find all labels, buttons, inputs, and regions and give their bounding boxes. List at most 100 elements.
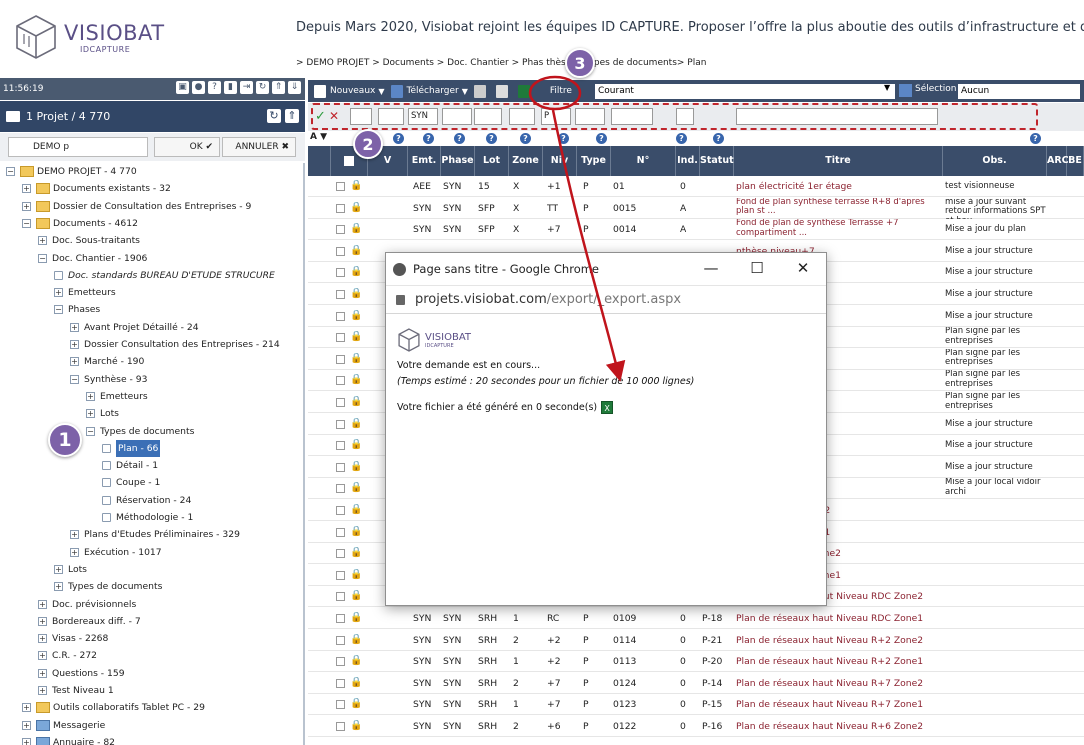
collapse-icon[interactable]: − — [54, 305, 63, 315]
column-help-icon[interactable]: ? — [393, 133, 404, 144]
row-checkbox[interactable] — [336, 419, 345, 429]
tree-item[interactable]: − Types de documents — [86, 423, 194, 440]
apply-filter-icon[interactable]: ✓ — [315, 109, 326, 124]
tree-item[interactable]: + Bordereaux diff. - 7 — [38, 613, 141, 630]
filter-input[interactable] — [474, 108, 502, 125]
column-help-icon[interactable]: ? — [713, 133, 724, 144]
filter-input[interactable] — [442, 108, 472, 125]
expand-icon[interactable]: + — [70, 530, 79, 540]
lock-icon[interactable]: 🔒 — [350, 266, 360, 278]
lock-icon[interactable]: 🔒 — [350, 180, 360, 192]
tree-item[interactable]: + Emetteurs — [54, 284, 116, 301]
tree-item[interactable]: + Visas - 2268 — [38, 630, 108, 647]
cancel-button[interactable]: ANNULER ✖ — [222, 137, 296, 157]
expand-icon[interactable]: + — [22, 703, 31, 713]
filter-input[interactable] — [378, 108, 404, 125]
col-be[interactable]: BE — [1067, 146, 1084, 176]
lock-icon[interactable]: 🔒 — [350, 202, 360, 214]
col-zone[interactable]: Zone — [509, 146, 543, 176]
expand-icon[interactable]: + — [22, 737, 31, 745]
lock-icon[interactable]: 🔒 — [350, 698, 360, 710]
lock-icon[interactable]: 🔒 — [350, 720, 360, 732]
close-icon[interactable]: ✕ — [780, 253, 826, 286]
refresh-icon[interactable]: ↻ — [256, 81, 269, 94]
checkbox-icon[interactable] — [344, 156, 354, 166]
clear-filter-icon[interactable]: ✕ — [329, 109, 339, 123]
column-help-icon[interactable]: ? — [676, 133, 687, 144]
expand-icon[interactable]: + — [54, 564, 63, 574]
save-icon[interactable] — [899, 84, 912, 97]
lock-icon[interactable]: 🔒 — [350, 547, 360, 559]
tree-item[interactable]: Réservation - 24 — [102, 492, 191, 509]
image-icon[interactable]: ▣ — [176, 81, 189, 94]
cell-titre[interactable]: Plan de réseaux haut Niveau R+6 Zone2 — [736, 716, 941, 737]
collapse-icon[interactable]: ⇑ — [285, 109, 299, 123]
table-row[interactable]: 🔒 SYN SYN SRH 1 +7 P 0123 0 P-15 Plan de réseaux h… — [308, 694, 1084, 716]
row-checkbox[interactable] — [336, 484, 345, 494]
table-row[interactable]: 🔒 SYN SYN SFP X +7 P 0014 A Fond de plan de synth… — [308, 219, 1084, 241]
excel-export-button[interactable] — [517, 84, 534, 98]
expand-icon[interactable]: + — [70, 357, 79, 367]
table-row[interactable]: 🔒 SYN SYN SRH 2 +7 P 0124 0 P-14 Plan de réseaux h… — [308, 673, 1084, 694]
tree-item[interactable]: − Phases — [54, 301, 100, 318]
refresh-icon[interactable]: ↻ — [267, 109, 281, 123]
collapse-icon[interactable]: − — [38, 253, 47, 263]
expand-icon[interactable]: + — [22, 720, 31, 730]
ok-button[interactable]: OK ✔ — [154, 137, 220, 157]
table-row[interactable]: 🔒 SYN SYN SRH 2 +6 P 0122 0 P-16 Plan de réseaux h… — [308, 716, 1084, 737]
table-row[interactable]: 🔒 AEE SYN 15 X +1 P 01 0 plan électricité 1er éta… — [308, 176, 1084, 197]
tree-item[interactable]: + Messagerie — [22, 717, 105, 734]
col-titre[interactable]: Titre — [734, 146, 943, 176]
tree-item[interactable]: − Synthèse - 93 — [70, 371, 147, 388]
collapse-icon[interactable]: − — [6, 167, 15, 176]
tree-item[interactable]: − DEMO PROJET - 4 770 — [6, 163, 137, 180]
col-type[interactable]: Type — [577, 146, 611, 176]
expand-icon[interactable]: + — [70, 340, 79, 349]
collapse-icon[interactable]: − — [86, 426, 95, 436]
filter-input[interactable] — [575, 108, 605, 125]
lock-icon[interactable]: 🔒 — [350, 396, 360, 408]
cell-titre[interactable]: Fond de plan de synthèse Terrasse +7 com… — [736, 219, 941, 240]
column-help-icon[interactable]: ? — [423, 133, 434, 144]
maximize-icon[interactable]: ☐ — [734, 253, 780, 286]
tree-item[interactable]: + Questions - 159 — [38, 665, 125, 682]
column-help-icon[interactable]: ? — [520, 133, 531, 144]
project-bar[interactable]: 1 Projet / 4 770 ↻ ⇑ — [0, 101, 305, 132]
tree-item[interactable]: + Lots — [86, 405, 119, 422]
expand-icon[interactable]: + — [86, 409, 95, 419]
expand-icon[interactable]: + — [86, 391, 95, 401]
filter-input[interactable]: SYN — [408, 108, 438, 125]
col-ind[interactable]: Ind. — [676, 146, 700, 176]
row-checkbox[interactable] — [336, 398, 345, 407]
expand-icon[interactable]: + — [70, 322, 79, 332]
column-help-icon[interactable]: ? — [486, 133, 497, 144]
logout-icon[interactable]: ⇥ — [240, 81, 253, 94]
minimize-icon[interactable]: — — [688, 253, 734, 286]
selection-select[interactable]: Aucun — [958, 83, 1080, 99]
cell-titre[interactable]: Plan de réseaux haut Niveau R+7 Zone1 — [736, 694, 941, 715]
expand-icon[interactable]: + — [54, 582, 63, 592]
row-checkbox[interactable] — [336, 527, 345, 537]
download-button[interactable]: Télécharger ▼ — [390, 84, 468, 98]
lock-icon[interactable]: 🔒 — [350, 677, 360, 689]
tree-item[interactable]: Coupe - 1 — [102, 474, 160, 491]
lock-icon[interactable]: 🔒 — [350, 439, 360, 451]
expand-icon[interactable]: + — [22, 201, 31, 211]
expand-icon[interactable]: + — [38, 236, 47, 246]
cell-titre[interactable]: Plan de réseaux haut Niveau R+2 Zone2 — [736, 630, 941, 651]
col-emt[interactable]: Emt. — [408, 146, 441, 176]
tree-item[interactable]: + Documents existants - 32 — [22, 180, 171, 197]
lock-icon[interactable]: 🔒 — [350, 504, 360, 516]
tree-item[interactable]: + Marché - 190 — [70, 353, 144, 370]
cell-titre[interactable]: plan électricité 1er étage — [736, 176, 941, 197]
row-checkbox[interactable] — [336, 290, 345, 299]
row-checkbox[interactable] — [336, 246, 345, 256]
expand-icon[interactable]: + — [38, 651, 47, 661]
row-checkbox[interactable] — [336, 549, 345, 559]
filter-input[interactable]: P — [541, 108, 571, 125]
lock-icon[interactable]: 🔒 — [350, 590, 360, 602]
column-help-icon[interactable]: ? — [558, 133, 569, 144]
tree-item[interactable]: Doc. standards BUREAU D'ETUDE STRUCURE — [54, 267, 275, 284]
lock-icon[interactable]: 🔒 — [350, 655, 360, 667]
sort-icon[interactable]: A ▼ — [310, 132, 327, 142]
